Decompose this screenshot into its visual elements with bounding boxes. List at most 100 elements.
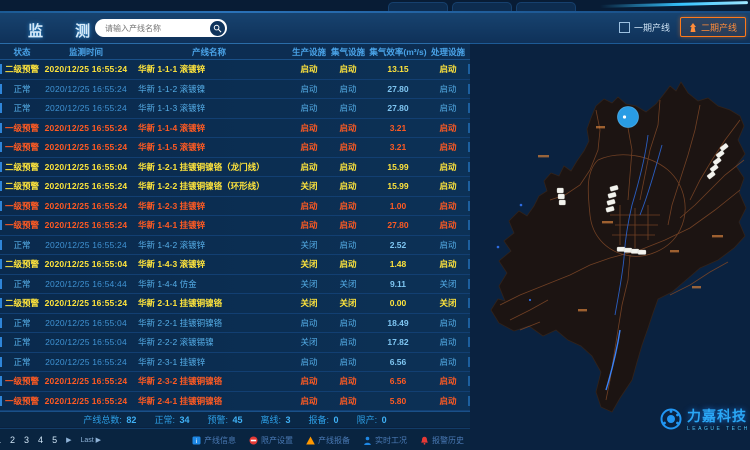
gas-collection-cell: 启动	[328, 200, 368, 212]
summary-value: 45	[232, 415, 242, 425]
table-row[interactable]: 二级预警2020/12/25 16:55:24华新 1-1-1 滚镀锌启动启动1…	[0, 60, 470, 80]
table-row[interactable]: 二级预警2020/12/25 16:55:24华新 2-1-1 挂镀铜镍铬关闭关…	[0, 294, 470, 314]
time-cell: 2020/12/25 16:54:44	[44, 279, 128, 289]
production-facility-cell: 启动	[290, 356, 328, 368]
phase2-button[interactable]: 二期产线	[680, 17, 746, 37]
status-cell: 二级预警	[0, 63, 44, 75]
treatment-facility-cell: 启动	[428, 141, 468, 153]
table-row[interactable]: 正常2020/12/25 16:55:24华新 1-1-3 滚镀锌启动启动27.…	[0, 99, 470, 119]
logo-icon	[660, 408, 682, 430]
next-page-button[interactable]: ▶	[66, 436, 71, 444]
summary-item: 正常: 34	[154, 413, 189, 426]
efficiency-cell: 27.80	[368, 103, 428, 113]
table-row[interactable]: 正常2020/12/25 16:54:44华新 1-4-4 仿金关闭关闭9.11…	[0, 275, 470, 295]
time-cell: 2020/12/25 16:55:24	[44, 298, 128, 308]
summary-bar: 产线总数: 82正常: 34预警: 45离线: 3报备: 0限产: 0	[0, 411, 470, 427]
efficiency-cell: 15.99	[368, 162, 428, 172]
table-row[interactable]: 二级预警2020/12/25 16:55:04华新 1-2-1 挂镀铜镍铬（龙门…	[0, 158, 470, 178]
production-facility-cell: 启动	[290, 83, 328, 95]
last-page-button[interactable]: Last ▶	[80, 436, 101, 444]
efficiency-cell: 6.56	[368, 357, 428, 367]
page-number[interactable]: 5	[52, 435, 57, 445]
legend-label: 产线报备	[318, 435, 350, 446]
gas-collection-cell: 启动	[328, 180, 368, 192]
legend-button[interactable]: 实时工况	[363, 435, 407, 446]
table-row[interactable]: 一级预警2020/12/25 16:55:24华新 1-2-3 挂镀锌启动启动1…	[0, 197, 470, 217]
production-facility-cell: 启动	[290, 395, 328, 407]
time-cell: 2020/12/25 16:55:04	[44, 318, 128, 328]
production-facility-cell: 关闭	[290, 258, 328, 270]
table-row[interactable]: 一级预警2020/12/25 16:55:24华新 1-1-4 滚镀锌启动启动3…	[0, 119, 470, 139]
table-row[interactable]: 二级预警2020/12/25 16:55:24华新 1-2-2 挂镀铜镍铬（环形…	[0, 177, 470, 197]
time-cell: 2020/12/25 16:55:24	[44, 396, 128, 406]
time-cell: 2020/12/25 16:55:24	[44, 142, 128, 152]
production-facility-cell: 关闭	[290, 297, 328, 309]
production-facility-cell: 启动	[290, 122, 328, 134]
legend-button[interactable]: i产线信息	[192, 435, 236, 446]
line-name-cell: 华新 1-1-3 滚镀锌	[128, 102, 290, 114]
page-number[interactable]: 3	[24, 435, 29, 445]
production-facility-cell: 启动	[290, 102, 328, 114]
phase1-checkbox-wrap[interactable]: 一期产线	[619, 21, 670, 34]
map-panel	[478, 48, 750, 428]
table-row[interactable]: 一级预警2020/12/25 16:55:24华新 1-4-1 挂镀锌启动启动2…	[0, 216, 470, 236]
page-number[interactable]: 2	[10, 435, 15, 445]
map-cluster-marker[interactable]	[618, 107, 639, 128]
legend-button[interactable]: 报警历史	[420, 435, 464, 446]
treatment-facility-cell: 启动	[428, 219, 468, 231]
line-name-cell: 华新 2-3-2 挂镀铜镍铬	[128, 375, 290, 387]
gas-collection-cell: 关闭	[328, 278, 368, 290]
treatment-facility-cell: 启动	[428, 200, 468, 212]
page-number[interactable]: 4	[38, 435, 43, 445]
table-row[interactable]: 正常2020/12/25 16:55:04华新 2-2-2 滚镀锡镍关闭启动17…	[0, 333, 470, 353]
legend-button[interactable]: 限产设置	[249, 435, 293, 446]
time-cell: 2020/12/25 16:55:24	[44, 84, 128, 94]
checkbox-icon[interactable]	[619, 22, 630, 33]
time-cell: 2020/12/25 16:55:04	[44, 337, 128, 347]
gas-collection-cell: 启动	[328, 122, 368, 134]
table-row[interactable]: 一级预警2020/12/25 16:55:24华新 1-1-5 滚镀锌启动启动3…	[0, 138, 470, 158]
production-facility-cell: 启动	[290, 141, 328, 153]
time-cell: 2020/12/25 16:55:24	[44, 220, 128, 230]
efficiency-cell: 15.99	[368, 181, 428, 191]
status-cell: 正常	[0, 278, 44, 290]
summary-value: 34	[179, 415, 189, 425]
summary-value: 3	[286, 415, 291, 425]
line-name-cell: 华新 1-4-2 滚镀锌	[128, 239, 290, 251]
line-name-cell: 华新 1-2-3 挂镀锌	[128, 200, 290, 212]
phase2-label: 二期产线	[701, 21, 737, 34]
time-cell: 2020/12/25 16:55:24	[44, 181, 128, 191]
city-map[interactable]	[478, 48, 750, 428]
table-row[interactable]: 正常2020/12/25 16:55:24华新 2-3-1 挂镀锌启动启动6.5…	[0, 353, 470, 373]
search-box	[95, 19, 227, 37]
efficiency-cell: 2.52	[368, 240, 428, 250]
table-row[interactable]: 一级预警2020/12/25 16:55:24华新 2-3-2 挂镀铜镍铬启动启…	[0, 372, 470, 392]
gas-collection-cell: 关闭	[328, 297, 368, 309]
legend-button[interactable]: 产线报备	[306, 435, 350, 446]
legend-label: 产线信息	[204, 435, 236, 446]
decor-streak	[600, 1, 748, 8]
brand-logo: 力嘉科技 LEAGUE TECH	[660, 406, 750, 432]
status-cell: 正常	[0, 83, 44, 95]
status-cell: 一级预警	[0, 122, 44, 134]
gas-collection-cell: 启动	[328, 161, 368, 173]
production-facility-cell: 关闭	[290, 180, 328, 192]
table-row[interactable]: 正常2020/12/25 16:55:04华新 2-2-1 挂镀铜镍铬启动启动1…	[0, 314, 470, 334]
summary-value: 0	[334, 415, 339, 425]
treatment-facility-cell: 关闭	[428, 297, 468, 309]
treatment-facility-cell: 启动	[428, 180, 468, 192]
table-row[interactable]: 二级预警2020/12/25 16:55:04华新 1-4-3 滚镀锌关闭启动1…	[0, 255, 470, 275]
efficiency-cell: 1.00	[368, 201, 428, 211]
production-facility-cell: 启动	[290, 317, 328, 329]
line-name-cell: 华新 2-2-2 滚镀锡镍	[128, 336, 290, 348]
gas-collection-cell: 启动	[328, 219, 368, 231]
table-row[interactable]: 正常2020/12/25 16:55:24华新 1-4-2 滚镀锌关闭启动2.5…	[0, 236, 470, 256]
table-row[interactable]: 正常2020/12/25 16:55:24华新 1-1-2 滚镀镍启动启动27.…	[0, 80, 470, 100]
gas-collection-cell: 启动	[328, 63, 368, 75]
table-row[interactable]: 一级预警2020/12/25 16:55:24华新 2-4-1 挂镀铜镍铬启动启…	[0, 392, 470, 412]
search-input[interactable]	[95, 24, 210, 33]
production-facility-cell: 启动	[290, 63, 328, 75]
search-button[interactable]	[210, 21, 225, 36]
page-number[interactable]: 1	[0, 435, 1, 445]
line-name-cell: 华新 1-1-5 滚镀锌	[128, 141, 290, 153]
